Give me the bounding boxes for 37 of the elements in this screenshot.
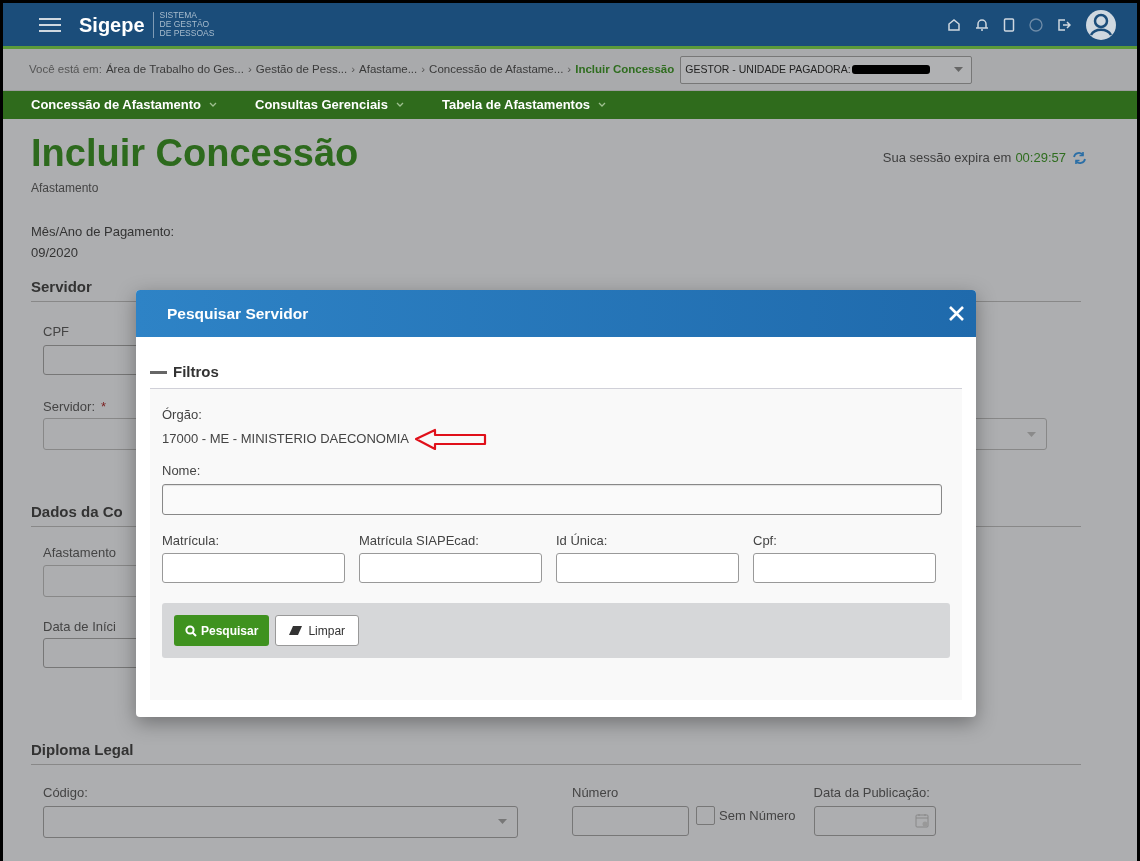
page-subtitle: Afastamento: [31, 180, 100, 197]
field-label: Código:: [43, 784, 89, 802]
field-label: Matrícula:: [162, 531, 221, 550]
field-label: Matrícula SIAPEcad:: [359, 531, 480, 550]
required-mark: *: [101, 397, 107, 416]
field-label: Afastamento: [43, 545, 116, 560]
filters-legend: Filtros: [173, 361, 219, 384]
field-label: Data da Publicação:: [813, 784, 931, 802]
breadcrumb-separator: ›: [567, 61, 572, 77]
section-heading: Dados da Co: [31, 503, 123, 520]
app-subtitle: SISTEMA: [159, 11, 197, 20]
field-label: Cpf:: [753, 531, 778, 550]
field-label: Número: [572, 784, 620, 802]
section-heading: Diploma Legal: [31, 741, 134, 758]
app-name: Sigepe: [79, 12, 145, 38]
breadcrumb-label: Você está em:: [29, 61, 102, 77]
profile-select-value: GESTOR - UNIDADE PAGADORA:: [685, 61, 851, 77]
breadcrumb-separator: ›: [351, 61, 356, 77]
field-label: Mês/Ano de Pagamento:: [31, 223, 176, 241]
modal-title: Pesquisar Servidor: [167, 303, 309, 324]
section-heading: Servidor: [31, 278, 92, 295]
field-label: CPF: [43, 324, 69, 339]
breadcrumb-separator: ›: [247, 61, 252, 77]
checkbox-label: Sem Número: [719, 806, 796, 825]
app-subtitle: DE GESTÃO: [159, 20, 211, 29]
session-timer: 00:29:57: [1015, 149, 1066, 167]
app-subtitle: DE PESSOAS: [159, 29, 215, 38]
field-value: 09/2020: [31, 244, 79, 262]
field-value: 17000 - ME - MINISTERIO DAECONOMIA: [162, 430, 410, 449]
breadcrumb-separator: ›: [421, 61, 426, 77]
field-label: Id Única:: [556, 531, 609, 550]
field-label: Órgão:: [162, 405, 203, 424]
field-label: Data de Iníci: [43, 617, 116, 636]
field-label: Servidor:: [43, 397, 96, 416]
field-label: Nome:: [162, 462, 202, 480]
page-title: Incluir Concessão: [31, 131, 359, 176]
session-text: Sua sessão expira em: [882, 149, 1012, 167]
